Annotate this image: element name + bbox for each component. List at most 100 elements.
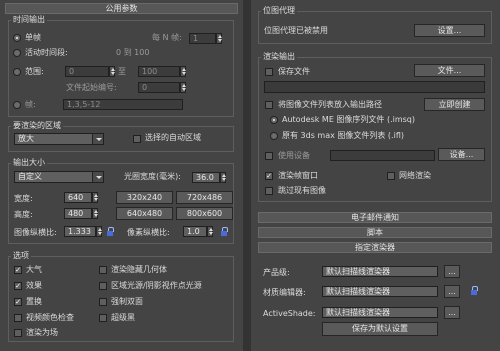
super-black-checkbox[interactable]	[99, 314, 107, 322]
ifl-radio[interactable]	[270, 132, 278, 140]
render-hidden-checkbox[interactable]	[99, 266, 107, 274]
area-lights-points-checkbox[interactable]	[99, 282, 107, 290]
production-renderer-field: 默认扫描线渲染器	[322, 266, 438, 277]
use-device-checkbox[interactable]	[265, 152, 273, 160]
displacement-checkbox[interactable]: ✓	[14, 298, 22, 306]
range-to-field[interactable]: 100	[138, 66, 180, 77]
render-to-fields-label: 渲染为场	[26, 328, 58, 337]
force-2sided-checkbox[interactable]	[99, 298, 107, 306]
aperture-spinner[interactable]	[220, 172, 226, 183]
ifl-label: 原有 3ds max 图像文件列表 (.ifl)	[282, 131, 404, 140]
width-field[interactable]: 640	[64, 192, 92, 203]
material-editor-choose-button[interactable]: ...	[444, 285, 460, 298]
pixel-aspect-field[interactable]: 1.0	[183, 226, 207, 237]
effects-label: 效果	[26, 281, 42, 290]
frames-radio[interactable]	[13, 101, 21, 109]
render-area-label: 要渲染的区域	[11, 121, 63, 130]
imsq-radio[interactable]	[270, 116, 278, 124]
active-segment-radio[interactable]	[13, 49, 21, 57]
aperture-field[interactable]: 36.0	[192, 172, 220, 183]
common-parameters-title[interactable]: 公用参数	[5, 3, 238, 14]
file-start-spinner[interactable]	[180, 82, 186, 93]
range-label: 范围:	[25, 67, 44, 76]
atmosphere-label: 大气	[26, 265, 42, 274]
material-editor-renderer-field: 默认扫描线渲染器	[322, 286, 438, 297]
atmosphere-checkbox[interactable]: ✓	[14, 266, 22, 274]
rollout-email-notification[interactable]: 电子邮件通知	[258, 212, 492, 223]
auto-region-checkbox[interactable]	[133, 135, 141, 143]
range-from-field[interactable]: 0	[65, 66, 109, 77]
single-frame-radio[interactable]	[13, 34, 21, 42]
output-preset-value: 自定义	[18, 172, 42, 181]
height-spinner[interactable]	[92, 208, 98, 219]
width-label: 宽度:	[14, 194, 33, 203]
chevron-down-icon	[92, 134, 103, 144]
preset-320x240-button[interactable]: 320x240	[116, 191, 173, 204]
activeshade-label: ActiveShade:	[263, 309, 316, 318]
height-field[interactable]: 480	[64, 208, 92, 219]
panel-divider[interactable]	[243, 0, 251, 351]
preset-800x600-button[interactable]: 800x600	[176, 207, 233, 220]
render-frame-window-label: 渲染帧窗口	[278, 171, 318, 180]
save-file-checkbox[interactable]	[265, 68, 273, 76]
put-in-sequence-checkbox[interactable]	[265, 101, 273, 109]
output-preset-dropdown[interactable]: 自定义	[14, 171, 104, 183]
displacement-label: 置换	[26, 297, 42, 306]
image-aspect-label: 图像纵横比:	[14, 228, 57, 237]
proxy-setup-button[interactable]: 设置...	[414, 24, 485, 37]
output-path-field[interactable]	[264, 81, 485, 93]
video-color-check-checkbox[interactable]	[14, 314, 22, 322]
single-frame-label: 单帧	[25, 33, 41, 42]
skip-existing-label: 跳过现有图像	[278, 186, 326, 195]
bitmap-proxy-label: 位图代理	[261, 6, 297, 15]
devices-button[interactable]: 设备...	[438, 148, 485, 161]
device-field[interactable]	[330, 150, 435, 161]
files-button[interactable]: 文件...	[414, 64, 485, 77]
pixel-aspect-spinner[interactable]	[207, 226, 213, 237]
range-from-spinner[interactable]	[109, 66, 115, 77]
frames-field[interactable]: 1,3,5-12	[63, 99, 183, 110]
area-lights-points-label: 区域光源/阴影视作点光源	[111, 281, 202, 290]
net-render-label: 网络渲染	[399, 171, 431, 180]
production-choose-button[interactable]: ...	[444, 265, 460, 278]
effects-checkbox[interactable]: ✓	[14, 282, 22, 290]
preset-640x480-button[interactable]: 640x480	[116, 207, 173, 220]
rollout-scripts[interactable]: 脚本	[258, 227, 492, 238]
rollout-assign-renderer[interactable]: 指定渲染器	[258, 242, 492, 253]
lock-icon[interactable]	[106, 227, 114, 236]
range-to-spinner[interactable]	[180, 66, 186, 77]
render-to-fields-checkbox[interactable]	[14, 329, 22, 337]
activeshade-renderer-field: 默认扫描线渲染器	[322, 307, 438, 318]
frames-label: 帧:	[25, 100, 36, 109]
net-render-checkbox[interactable]	[387, 172, 395, 180]
preset-720x486-button[interactable]: 720x486	[176, 191, 233, 204]
file-start-field[interactable]: 0	[138, 82, 180, 93]
every-n-label: 每 N 帧:	[152, 33, 182, 42]
super-black-label: 超级黑	[111, 313, 135, 322]
every-n-spinner[interactable]	[216, 33, 222, 44]
range-radio[interactable]	[13, 68, 21, 76]
every-n-field[interactable]: 1	[189, 33, 216, 44]
image-aspect-field[interactable]: 1.333	[64, 226, 96, 237]
skip-existing-checkbox[interactable]	[265, 187, 273, 195]
material-editor-label: 材质编辑器:	[263, 288, 306, 297]
options-label: 选项	[11, 251, 31, 260]
file-start-label: 文件起始编号:	[66, 83, 117, 92]
force-2sided-label: 强制双面	[111, 297, 143, 306]
put-in-sequence-label: 将图像文件列表放入输出路径	[278, 100, 382, 109]
render-frame-window-checkbox[interactable]: ✓	[265, 172, 273, 180]
auto-region-label: 选择的自动区域	[145, 133, 201, 142]
render-area-dropdown[interactable]: 放大	[14, 133, 104, 145]
time-output-label: 时间输出	[11, 15, 47, 24]
lock-icon[interactable]	[470, 286, 478, 295]
create-now-button[interactable]: 立即创建	[424, 98, 485, 111]
save-as-default-button[interactable]: 保存为默认设置	[322, 322, 438, 336]
lock-icon[interactable]	[220, 227, 228, 236]
activeshade-choose-button[interactable]: ...	[444, 306, 460, 319]
image-aspect-spinner[interactable]	[96, 226, 102, 237]
width-spinner[interactable]	[92, 192, 98, 203]
render-hidden-label: 渲染隐藏几何体	[111, 265, 167, 274]
render-output-label: 渲染输出	[261, 52, 297, 61]
aperture-label: 光圈宽度(毫米):	[124, 172, 181, 181]
chevron-down-icon	[92, 172, 103, 182]
